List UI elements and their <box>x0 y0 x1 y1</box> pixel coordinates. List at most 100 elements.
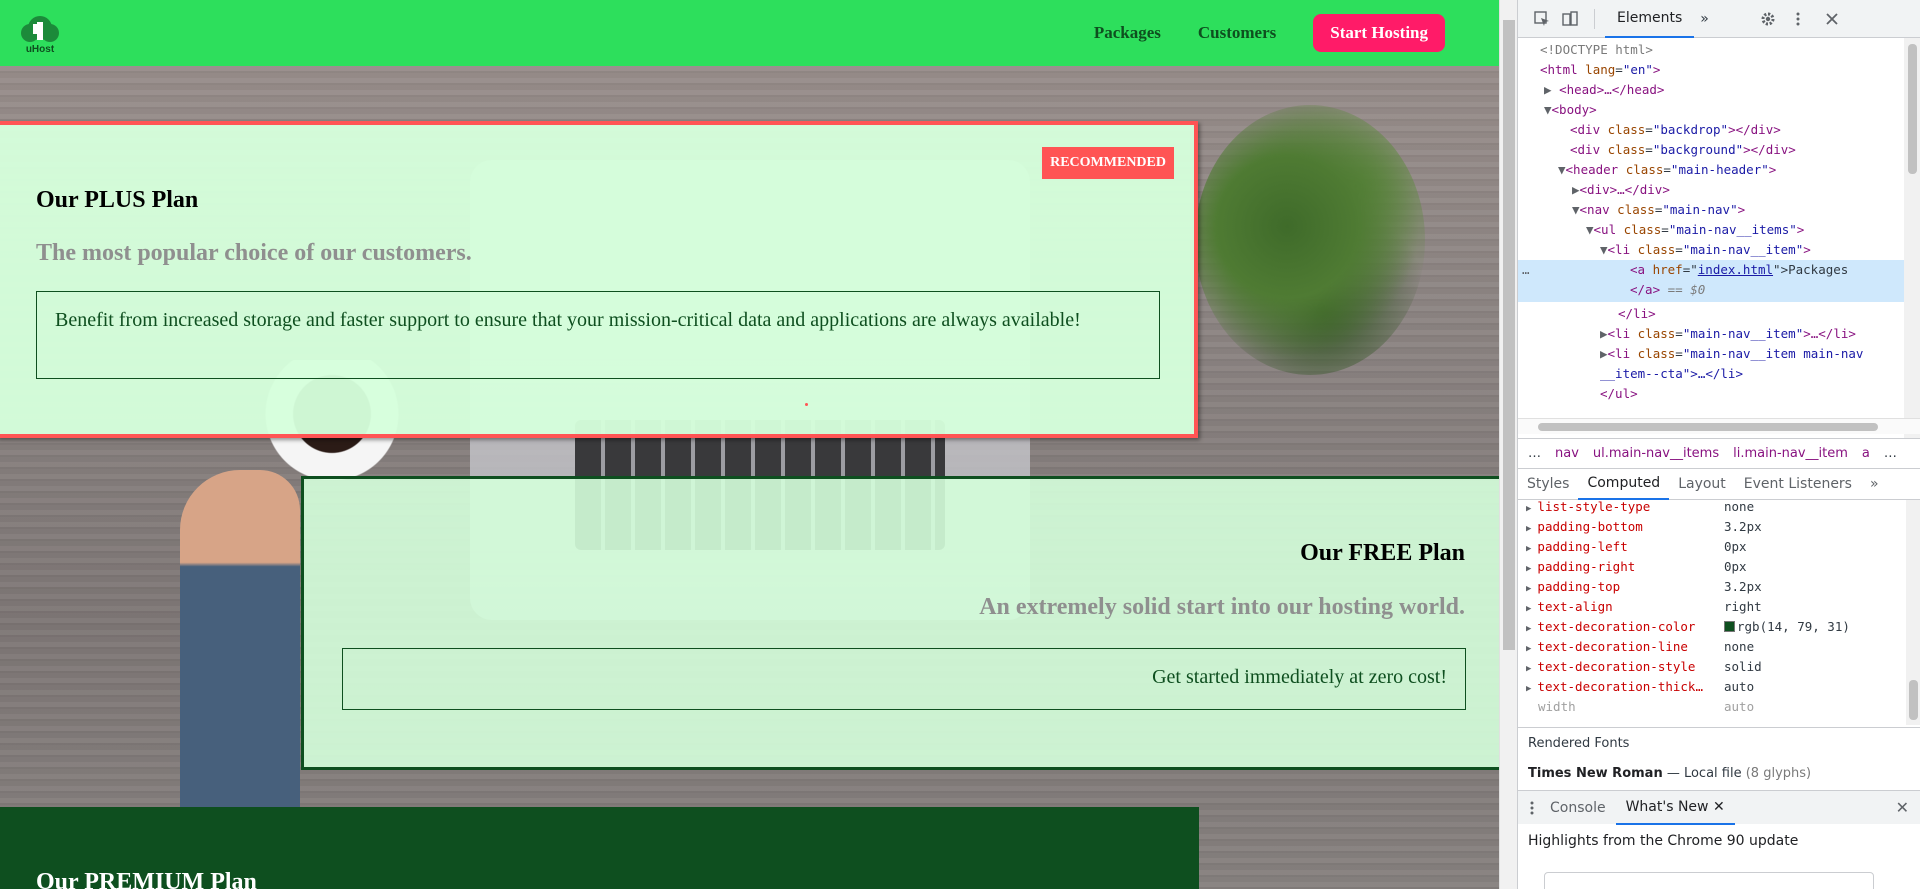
cloud-logo-icon: uHost <box>21 16 59 55</box>
expand-triangle-icon[interactable]: ▶ <box>1526 544 1531 554</box>
kebab-menu-icon[interactable] <box>1788 9 1808 29</box>
dom-node[interactable]: ▶<div>…</div> <box>1572 180 1670 200</box>
dom-node[interactable]: ▼<nav class="main-nav"> <box>1572 200 1745 220</box>
dom-node[interactable]: ▼<ul class="main-nav__items"> <box>1586 220 1804 240</box>
close-devtools-icon[interactable] <box>1822 9 1842 29</box>
plan-free-title: Our FREE Plan <box>1300 540 1465 566</box>
expand-triangle-icon[interactable]: ▶ <box>1600 346 1608 361</box>
expand-triangle-icon[interactable]: ▶ <box>1526 564 1531 574</box>
breadcrumb-ul[interactable]: ul.main-nav__items <box>1593 446 1719 461</box>
expand-triangle-icon[interactable]: ▶ <box>1526 504 1531 514</box>
dom-node[interactable]: ▶<li class="main-nav__item">…</li> <box>1600 324 1856 344</box>
computed-property[interactable]: ▶ padding-left 0px <box>1526 537 1747 557</box>
expand-triangle-icon[interactable]: ▶ <box>1526 584 1531 594</box>
page-scrollbar[interactable] <box>1499 0 1517 889</box>
nav-link-packages[interactable]: Packages <box>1094 23 1161 43</box>
dom-node[interactable]: ▼<header class="main-header"> <box>1558 160 1776 180</box>
dom-node[interactable]: ▼<body> <box>1544 100 1597 120</box>
device-toolbar-icon[interactable] <box>1560 9 1580 29</box>
more-subtabs-button[interactable]: » <box>1861 468 1888 500</box>
plan-plus-title: Our PLUS Plan <box>36 187 199 213</box>
horizontal-scrollbar-thumb[interactable] <box>1538 423 1878 431</box>
collapse-triangle-icon[interactable]: ▼ <box>1600 242 1608 257</box>
dom-node[interactable]: <div class="backdrop"></div> <box>1570 120 1781 140</box>
whats-new-card[interactable] <box>1544 872 1874 889</box>
ellipsis-icon[interactable]: … <box>1522 260 1530 280</box>
uhost-logo[interactable]: uHost <box>16 9 64 57</box>
expand-triangle-icon[interactable]: ▶ <box>1526 644 1531 654</box>
expand-triangle-icon[interactable]: ▶ <box>1600 326 1608 341</box>
computed-scrollbar[interactable] <box>1906 500 1920 725</box>
expand-triangle-icon[interactable]: ▶ <box>1526 604 1531 614</box>
collapse-triangle-icon[interactable]: ▼ <box>1572 202 1580 217</box>
elements-dom-tree[interactable]: <!DOCTYPE html> <html lang="en"> ▶ <head… <box>1518 38 1920 438</box>
plan-plus-marker <box>805 403 808 406</box>
expand-triangle-icon[interactable]: ▶ <box>1526 524 1531 534</box>
dom-node[interactable]: </ul> <box>1600 384 1638 404</box>
color-swatch[interactable] <box>1724 621 1735 632</box>
more-tabs-button[interactable]: » <box>1694 0 1715 38</box>
breadcrumb-li[interactable]: li.main-nav__item <box>1733 446 1848 461</box>
dom-node[interactable]: <html lang="en"> <box>1540 60 1660 80</box>
tab-whats-new[interactable]: What's New ✕ <box>1615 791 1735 825</box>
dom-node[interactable]: <div class="background"></div> <box>1570 140 1796 160</box>
drawer-menu-icon[interactable] <box>1518 791 1540 825</box>
tab-console[interactable]: Console <box>1540 791 1616 825</box>
tab-elements[interactable]: Elements <box>1605 0 1695 38</box>
dom-node[interactable]: ▶<li class="main-nav__item main-nav <box>1600 344 1863 364</box>
whats-new-highlights: Highlights from the Chrome 90 update <box>1528 833 1799 849</box>
computed-property[interactable]: ▶ text-decoration-thick… auto <box>1526 677 1754 697</box>
computed-property[interactable]: ▶ padding-right 0px <box>1526 557 1747 577</box>
computed-property[interactable]: ▶ list-style-type none <box>1526 497 1754 517</box>
computed-property[interactable]: ▶ text-decoration-color rgb(14, 79, 31) <box>1526 617 1850 637</box>
dom-tree-scrollbar-thumb[interactable] <box>1908 44 1917 174</box>
dom-tree-horizontal-scrollbar[interactable] <box>1518 418 1920 434</box>
computed-property[interactable]: ▶ padding-bottom 3.2px <box>1526 517 1762 537</box>
dom-tree-scrollbar[interactable] <box>1904 38 1920 438</box>
expand-triangle-icon[interactable]: ▶ <box>1526 664 1531 674</box>
collapse-triangle-icon[interactable]: ▼ <box>1558 162 1566 177</box>
font-source: Local file <box>1683 766 1742 781</box>
close-tab-icon[interactable]: ✕ <box>1713 799 1725 815</box>
page-scrollbar-thumb[interactable] <box>1503 20 1515 650</box>
dom-node[interactable]: </li> <box>1618 304 1656 324</box>
collapse-triangle-icon[interactable]: ▼ <box>1544 102 1552 117</box>
breadcrumb-ellipsis[interactable]: … <box>1528 446 1541 461</box>
computed-property[interactable]: ▶ padding-top 3.2px <box>1526 577 1762 597</box>
dom-node[interactable]: <!DOCTYPE html> <box>1540 40 1653 60</box>
expand-triangle-icon[interactable]: ▶ <box>1572 182 1580 197</box>
tab-event-listeners[interactable]: Event Listeners <box>1735 468 1861 500</box>
nav-link-customers[interactable]: Customers <box>1198 23 1276 43</box>
computed-property[interactable]: ▶ text-decoration-line none <box>1526 637 1754 657</box>
inspect-element-icon[interactable] <box>1532 9 1552 29</box>
computed-property[interactable]: width auto <box>1538 697 1754 717</box>
expand-triangle-icon[interactable]: ▶ <box>1526 624 1531 634</box>
expand-triangle-icon[interactable]: ▶ <box>1526 684 1531 694</box>
devtools-panel: Elements » <!DOCTYPE html> <html lang="e… <box>1517 0 1920 889</box>
breadcrumb: … nav ul.main-nav__items li.main-nav__it… <box>1518 438 1920 468</box>
dom-node[interactable]: ▼<li class="main-nav__item"> <box>1600 240 1811 260</box>
expand-triangle-icon[interactable]: ▶ <box>1544 82 1552 97</box>
computed-property[interactable]: ▶ text-align right <box>1526 597 1762 617</box>
breadcrumb-nav[interactable]: nav <box>1555 446 1579 461</box>
dom-node[interactable]: __item--cta">…</li> <box>1600 364 1743 384</box>
computed-scrollbar-thumb[interactable] <box>1909 680 1918 720</box>
rendered-fonts-section: Rendered Fonts Times New Roman — Local f… <box>1518 727 1920 789</box>
plan-premium-title: Our PREMIUM Plan <box>36 869 257 889</box>
main-header: uHost Packages Customers Start Hosting <box>0 0 1499 66</box>
dom-node[interactable]: ▶ <head>…</head> <box>1544 80 1664 100</box>
computed-property[interactable]: ▶ text-decoration-style solid <box>1526 657 1762 677</box>
dom-node-selected[interactable]: … <a href="index.html">Packages </a> == … <box>1518 260 1904 302</box>
start-hosting-button[interactable]: Start Hosting <box>1313 14 1445 52</box>
tab-layout[interactable]: Layout <box>1669 468 1735 500</box>
tab-styles[interactable]: Styles <box>1518 468 1578 500</box>
close-drawer-icon[interactable]: ✕ <box>1896 798 1909 817</box>
rendered-fonts-title: Rendered Fonts <box>1528 736 1630 751</box>
breadcrumb-a[interactable]: a <box>1862 446 1870 461</box>
settings-gear-icon[interactable] <box>1758 9 1778 29</box>
font-glyphs: (8 glyphs) <box>1745 766 1812 781</box>
tab-whats-new-label: What's New <box>1625 798 1709 815</box>
collapse-triangle-icon[interactable]: ▼ <box>1586 222 1594 237</box>
breadcrumb-more[interactable]: … <box>1884 446 1897 461</box>
tab-computed[interactable]: Computed <box>1578 468 1670 500</box>
